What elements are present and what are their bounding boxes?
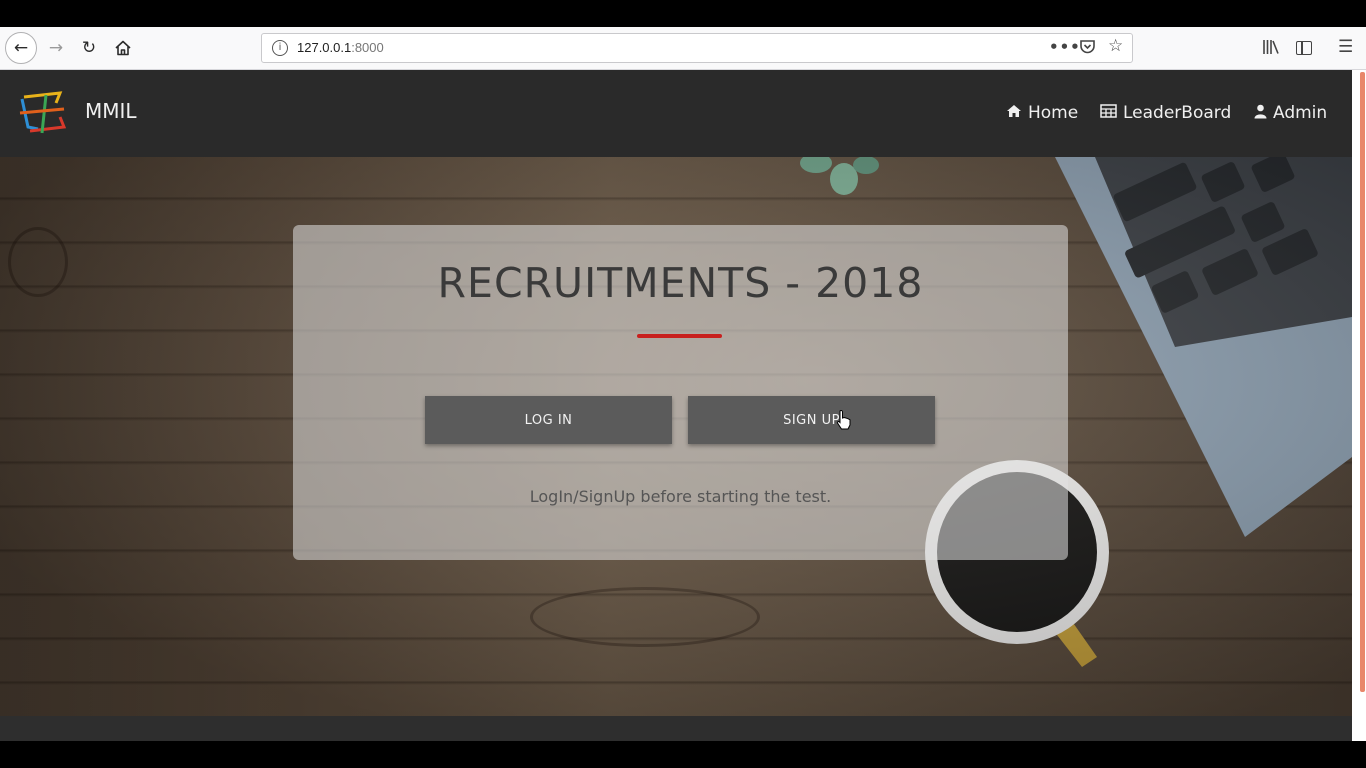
screen-bottom-border bbox=[0, 741, 1366, 768]
nav-leaderboard-label: LeaderBoard bbox=[1123, 103, 1232, 123]
wood-knot bbox=[530, 587, 760, 647]
mmil-logo[interactable] bbox=[16, 87, 68, 139]
more-dots-icon[interactable]: ••• bbox=[1049, 38, 1081, 56]
page-footer-band bbox=[0, 716, 1352, 741]
library-icon[interactable] bbox=[1262, 39, 1280, 59]
browser-toolbar: ← → ↻ i 127.0.0.1:8000 ••• ☆ ☰ bbox=[0, 27, 1366, 70]
instruction-text: LogIn/SignUp before starting the test. bbox=[529, 487, 832, 506]
wood-knot bbox=[8, 227, 68, 297]
url-port: :8000 bbox=[351, 40, 384, 55]
laptop-image bbox=[1055, 157, 1352, 537]
screen-top-border bbox=[0, 0, 1366, 27]
site-navbar: MMIL Home LeaderBoard Admin bbox=[0, 70, 1352, 157]
hamburger-menu-icon[interactable]: ☰ bbox=[1338, 37, 1353, 57]
user-icon bbox=[1254, 104, 1267, 123]
signup-button[interactable]: SIGN UP bbox=[688, 396, 935, 444]
url-host: 127.0.0.1 bbox=[297, 40, 352, 55]
star-icon[interactable]: ☆ bbox=[1108, 36, 1123, 56]
login-button[interactable]: LOG IN bbox=[425, 396, 672, 444]
hand-cursor-icon bbox=[836, 410, 851, 430]
home-icon bbox=[1006, 104, 1022, 122]
title-underline bbox=[637, 334, 722, 338]
nav-admin-link[interactable]: Admin bbox=[1254, 103, 1327, 123]
nav-home-label: Home bbox=[1028, 103, 1079, 123]
table-icon bbox=[1100, 104, 1117, 122]
plant-image bbox=[800, 157, 879, 195]
info-icon[interactable]: i bbox=[272, 40, 288, 56]
nav-admin-label: Admin bbox=[1273, 103, 1328, 123]
home-icon[interactable] bbox=[107, 32, 139, 64]
nav-leaderboard-link[interactable]: LeaderBoard bbox=[1100, 103, 1231, 123]
forward-arrow-icon[interactable]: → bbox=[40, 32, 72, 64]
pocket-icon[interactable] bbox=[1079, 38, 1096, 59]
brand-name[interactable]: MMIL bbox=[85, 99, 137, 123]
sidebar-icon[interactable] bbox=[1296, 41, 1312, 55]
scrollbar-thumb[interactable] bbox=[1360, 72, 1365, 692]
url-bar[interactable]: i 127.0.0.1:8000 ••• ☆ bbox=[261, 33, 1133, 63]
web-page: MMIL Home LeaderBoard Admin RECRUITMENTS… bbox=[0, 70, 1352, 741]
reload-icon[interactable]: ↻ bbox=[73, 32, 105, 64]
nav-home-link[interactable]: Home bbox=[1006, 103, 1078, 123]
back-arrow-icon[interactable]: ← bbox=[5, 32, 37, 64]
url-text[interactable]: 127.0.0.1:8000 bbox=[297, 40, 384, 55]
page-title: RECRUITMENTS - 2018 bbox=[437, 259, 924, 307]
recruitment-card: RECRUITMENTS - 2018 LOG IN SIGN UP LogIn… bbox=[293, 225, 1068, 560]
